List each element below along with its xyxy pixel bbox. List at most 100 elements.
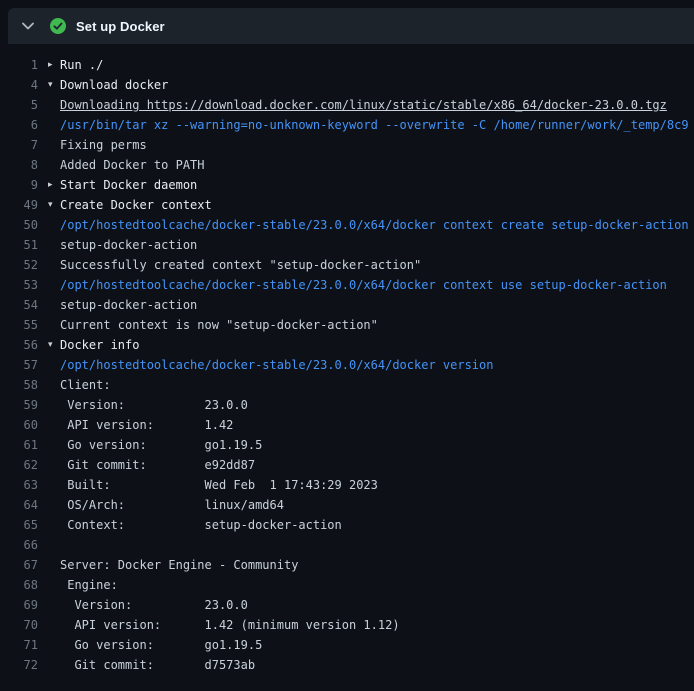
line-number[interactable]: 64 [0,495,48,515]
log-line[interactable]: 4 ▾ Download docker [0,75,694,95]
log-viewer: 1 ▸ Run ./ 4 ▾ Download docker 5 Downloa… [0,44,694,675]
line-number[interactable]: 68 [0,575,48,595]
log-text: OS/Arch: linux/amd64 [60,495,284,515]
line-number[interactable]: 70 [0,615,48,635]
log-line[interactable]: 49 ▾ Create Docker context [0,195,694,215]
line-number[interactable]: 58 [0,375,48,395]
success-check-icon [50,18,66,34]
group-toggle-icon[interactable]: ▸ [48,175,60,195]
chevron-down-icon[interactable] [20,18,36,34]
log-text[interactable]: Downloading https://download.docker.com/… [60,95,667,115]
line-number[interactable]: 61 [0,435,48,455]
line-number[interactable]: 9 [0,175,48,195]
line-number[interactable]: 4 [0,75,48,95]
log-text: Run ./ [60,55,103,75]
group-toggle-icon[interactable]: ▸ [48,55,60,75]
line-number[interactable]: 56 [0,335,48,355]
log-line[interactable]: 9 ▸ Start Docker daemon [0,175,694,195]
log-text: Client: [60,375,111,395]
line-number[interactable]: 63 [0,475,48,495]
log-line: 6 /usr/bin/tar xz --warning=no-unknown-k… [0,115,694,135]
log-text: Go version: go1.19.5 [60,635,262,655]
line-number[interactable]: 55 [0,315,48,335]
line-number[interactable]: 59 [0,395,48,415]
line-number[interactable]: 6 [0,115,48,135]
line-number[interactable]: 65 [0,515,48,535]
log-text: Current context is now "setup-docker-act… [60,315,378,335]
line-number[interactable]: 1 [0,55,48,75]
step-title: Set up Docker [76,19,165,34]
log-line: 63 Built: Wed Feb 1 17:43:29 2023 [0,475,694,495]
log-line: 50 /opt/hostedtoolcache/docker-stable/23… [0,215,694,235]
line-number[interactable]: 66 [0,535,48,555]
log-text: Version: 23.0.0 [60,595,248,615]
line-number[interactable]: 57 [0,355,48,375]
log-text: Create Docker context [60,195,212,215]
line-number[interactable]: 51 [0,235,48,255]
log-text: API version: 1.42 [60,415,233,435]
group-toggle-icon[interactable]: ▾ [48,195,60,215]
log-text: Server: Docker Engine - Community [60,555,298,575]
line-number[interactable]: 71 [0,635,48,655]
log-text: setup-docker-action [60,295,197,315]
log-text: Added Docker to PATH [60,155,205,175]
line-number[interactable]: 49 [0,195,48,215]
log-line: 65 Context: setup-docker-action [0,515,694,535]
log-text: Download docker [60,75,168,95]
line-number[interactable]: 50 [0,215,48,235]
log-text: Go version: go1.19.5 [60,435,262,455]
log-line: 51 setup-docker-action [0,235,694,255]
log-line: 54 setup-docker-action [0,295,694,315]
log-text: /opt/hostedtoolcache/docker-stable/23.0.… [60,215,689,235]
line-number[interactable]: 54 [0,295,48,315]
log-line: 61 Go version: go1.19.5 [0,435,694,455]
log-line: 7 Fixing perms [0,135,694,155]
log-line: 8 Added Docker to PATH [0,155,694,175]
log-line: 52 Successfully created context "setup-d… [0,255,694,275]
line-number[interactable]: 7 [0,135,48,155]
log-text: Engine: [60,575,118,595]
log-text: Start Docker daemon [60,175,197,195]
line-number[interactable]: 67 [0,555,48,575]
step-header[interactable]: Set up Docker [8,8,694,44]
log-text: /usr/bin/tar xz --warning=no-unknown-key… [60,115,689,135]
log-text: Fixing perms [60,135,147,155]
log-line: 72 Git commit: d7573ab [0,655,694,675]
line-number[interactable]: 60 [0,415,48,435]
group-toggle-icon[interactable]: ▾ [48,335,60,355]
log-text: Git commit: e92dd87 [60,455,255,475]
log-line: 59 Version: 23.0.0 [0,395,694,415]
log-line[interactable]: 56 ▾ Docker info [0,335,694,355]
line-number[interactable]: 8 [0,155,48,175]
log-line: 67 Server: Docker Engine - Community [0,555,694,575]
log-text: API version: 1.42 (minimum version 1.12) [60,615,400,635]
log-line: 5 Downloading https://download.docker.co… [0,95,694,115]
log-line: 58 Client: [0,375,694,395]
log-line: 60 API version: 1.42 [0,415,694,435]
group-toggle-icon[interactable]: ▾ [48,75,60,95]
log-line: 70 API version: 1.42 (minimum version 1.… [0,615,694,635]
line-number[interactable]: 72 [0,655,48,675]
log-text: /opt/hostedtoolcache/docker-stable/23.0.… [60,355,493,375]
chevron-down-icon-svg [22,22,34,30]
log-text: /opt/hostedtoolcache/docker-stable/23.0.… [60,275,667,295]
log-text: Version: 23.0.0 [60,395,248,415]
log-line[interactable]: 1 ▸ Run ./ [0,55,694,75]
log-text: Context: setup-docker-action [60,515,342,535]
log-text: Successfully created context "setup-dock… [60,255,421,275]
log-text: Git commit: d7573ab [60,655,255,675]
log-line: 69 Version: 23.0.0 [0,595,694,615]
line-number[interactable]: 53 [0,275,48,295]
log-line: 53 /opt/hostedtoolcache/docker-stable/23… [0,275,694,295]
line-number[interactable]: 69 [0,595,48,615]
log-line: 55 Current context is now "setup-docker-… [0,315,694,335]
line-number[interactable]: 52 [0,255,48,275]
line-number[interactable]: 5 [0,95,48,115]
log-line: 66 [0,535,694,555]
log-line: 68 Engine: [0,575,694,595]
log-text: setup-docker-action [60,235,197,255]
log-line: 62 Git commit: e92dd87 [0,455,694,475]
log-line: 64 OS/Arch: linux/amd64 [0,495,694,515]
line-number[interactable]: 62 [0,455,48,475]
log-line: 71 Go version: go1.19.5 [0,635,694,655]
